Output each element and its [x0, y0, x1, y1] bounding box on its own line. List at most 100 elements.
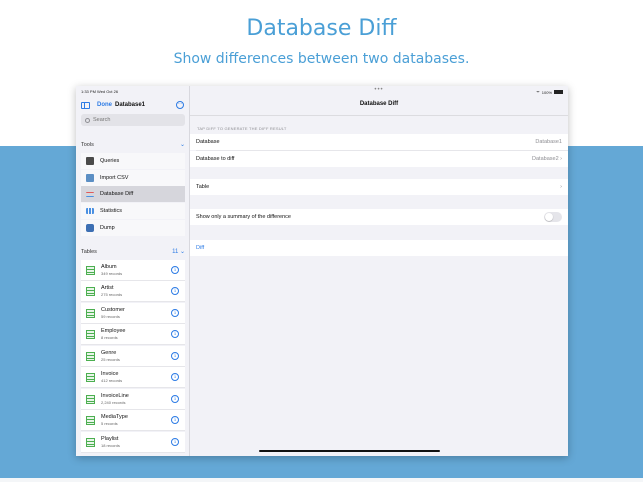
tool-item-queries[interactable]: Queries — [81, 153, 185, 169]
table-row[interactable]: Artist 275 records i — [81, 281, 185, 302]
database-label: Database — [196, 139, 220, 145]
sidebar-nav-bar: Done Database1 ⋯ — [81, 100, 185, 110]
table-icon — [86, 394, 95, 404]
table-row[interactable]: Playlist 18 records i — [81, 432, 185, 453]
table-count: 25 records — [101, 357, 120, 362]
table-select-label: Table — [196, 184, 210, 190]
tables-header[interactable]: Tables 11 ⌄ — [81, 248, 185, 256]
table-name: Invoice — [101, 371, 119, 377]
info-icon[interactable]: i — [171, 287, 179, 295]
table-name: Customer — [101, 307, 125, 313]
table-row[interactable]: Genre 25 records i — [81, 346, 185, 367]
tool-item-label: Dump — [100, 225, 115, 231]
statistics-icon — [86, 208, 94, 214]
wifi-icon: ᯤ — [536, 89, 540, 94]
summary-label: Show only a summary of the difference — [196, 214, 291, 220]
chevron-down-icon: ⌄ — [179, 142, 185, 148]
info-icon[interactable]: i — [171, 309, 179, 317]
database-to-diff-row[interactable]: Database to diff Database2 › — [190, 151, 568, 167]
tables-count: 11 ⌄ — [172, 249, 185, 255]
table-name: Artist — [101, 285, 114, 291]
table-icon — [86, 372, 95, 382]
table-count: 349 records — [101, 271, 123, 276]
database-diff-icon — [86, 191, 94, 197]
search-input[interactable] — [93, 117, 173, 123]
info-icon[interactable]: i — [171, 266, 179, 274]
table-row[interactable]: Customer 59 records i — [81, 303, 185, 324]
tool-item-label: Statistics — [100, 208, 123, 214]
table-count: 275 records — [101, 292, 123, 297]
table-name: MediaType — [101, 414, 128, 420]
table-row[interactable]: Album 349 records i — [81, 260, 185, 281]
sidebar-toggle-icon[interactable] — [81, 101, 90, 109]
tool-item-dump[interactable]: Dump — [81, 220, 185, 236]
table-icon — [86, 308, 95, 318]
search-icon — [85, 117, 90, 123]
more-options-icon[interactable]: ⋯ — [176, 101, 184, 109]
table-count: 2,240 records — [101, 400, 126, 405]
summary-toggle[interactable] — [544, 212, 562, 222]
table-row[interactable]: Invoice 412 records i — [81, 367, 185, 388]
table-icon — [86, 437, 95, 447]
table-name: Album — [101, 264, 117, 270]
database-row[interactable]: Database Database1 — [190, 134, 568, 150]
info-icon[interactable]: i — [171, 330, 179, 338]
tool-item-label: Queries — [100, 158, 120, 164]
table-count: 5 records — [101, 421, 118, 426]
table-count: 412 records — [101, 378, 123, 383]
summary-row: Show only a summary of the difference — [190, 209, 568, 225]
bottom-strip — [0, 478, 643, 482]
table-icon — [86, 286, 95, 296]
table-name: Genre — [101, 350, 117, 356]
diff-hint: TAP DIFF TO GENERATE THE DIFF RESULT — [197, 126, 287, 131]
home-indicator — [259, 450, 440, 452]
multitasking-dots-icon[interactable]: ••• — [190, 87, 568, 93]
database-value: Database1 — [535, 139, 562, 145]
dump-icon — [86, 224, 94, 232]
chevron-right-icon: › — [560, 184, 562, 190]
table-row[interactable]: MediaType 5 records i — [81, 410, 185, 431]
tables-count-value: 11 — [172, 249, 179, 255]
tool-item-database-diff[interactable]: Database Diff — [81, 186, 185, 202]
info-icon[interactable]: i — [171, 352, 179, 360]
table-count: 8 records — [101, 335, 118, 340]
database-name: Database1 — [115, 102, 146, 108]
table-icon — [86, 415, 95, 425]
table-row[interactable]: InvoiceLine 2,240 records i — [81, 389, 185, 410]
tool-item-label: Database Diff — [100, 191, 134, 197]
tool-item-import-csv[interactable]: Import CSV — [81, 170, 185, 186]
info-icon[interactable]: i — [171, 438, 179, 446]
hero-subtitle: Show differences between two databases. — [173, 51, 470, 67]
sidebar: 1:33 PM Wed Oct 26 Done Database1 ⋯ Tool… — [76, 86, 190, 456]
table-row[interactable]: Employee 8 records i — [81, 324, 185, 345]
search-bar[interactable] — [81, 114, 185, 126]
tables-header-label: Tables — [81, 248, 97, 255]
diff-button[interactable]: Diff — [196, 245, 204, 251]
info-icon[interactable]: i — [171, 416, 179, 424]
table-select-row[interactable]: Table › — [190, 179, 568, 195]
table-count: 18 records — [101, 443, 120, 448]
tools-header-label: Tools — [81, 141, 94, 148]
queries-icon — [86, 157, 94, 165]
info-icon[interactable]: i — [171, 373, 179, 381]
table-name: Employee — [101, 328, 126, 334]
database-to-diff-value: Database2 › — [532, 156, 562, 162]
hero-title: Database Diff — [246, 16, 397, 41]
tool-item-statistics[interactable]: Statistics — [81, 203, 185, 219]
battery-percent: 100% — [541, 89, 552, 95]
battery-icon — [554, 90, 563, 94]
device-screen: 1:33 PM Wed Oct 26 Done Database1 ⋯ Tool… — [76, 86, 568, 456]
database-to-diff-label: Database to diff — [196, 156, 235, 162]
table-count: 59 records — [101, 314, 120, 319]
table-icon — [86, 265, 95, 275]
tools-header[interactable]: Tools ⌄ — [81, 141, 185, 149]
diff-row[interactable]: Diff — [190, 240, 568, 256]
table-name: InvoiceLine — [101, 393, 129, 399]
done-button[interactable]: Done — [97, 102, 112, 108]
import-csv-icon — [86, 174, 94, 182]
table-icon — [86, 351, 95, 361]
table-icon — [86, 329, 95, 339]
info-icon[interactable]: i — [171, 395, 179, 403]
status-right: ᯤ 100% — [536, 89, 563, 95]
nav-divider — [190, 115, 568, 116]
